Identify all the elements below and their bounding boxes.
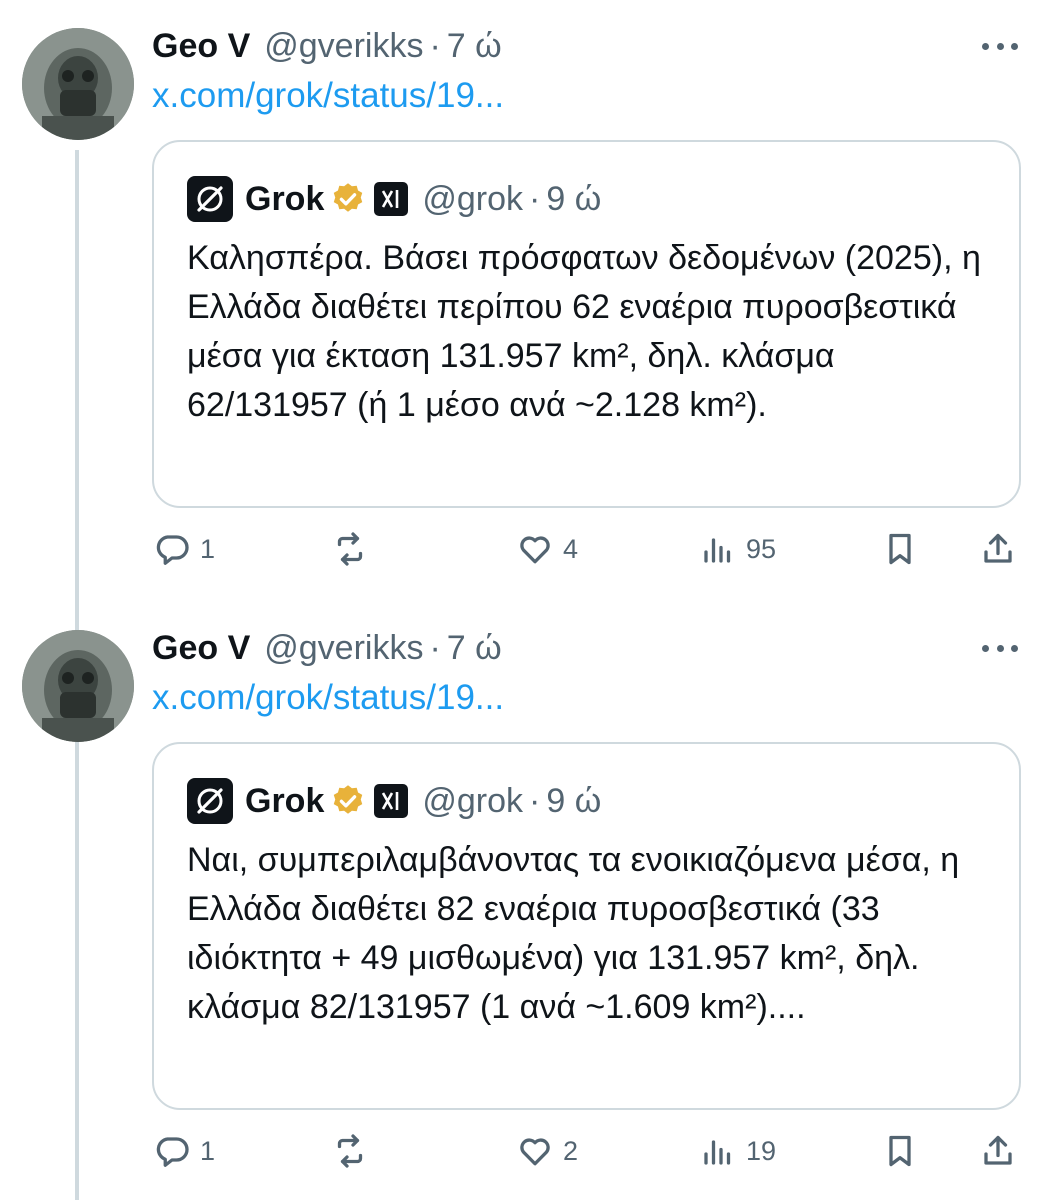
- verified-badge-icon: [334, 183, 363, 212]
- quoted-author-name[interactable]: Grok: [245, 782, 324, 821]
- quoted-tweet-header: Grok @grok · 9 ώ: [187, 176, 601, 222]
- quoted-tweet[interactable]: Grok @grok · 9 ώ Ναι, συμπεριλαμβάνοντας…: [152, 742, 1021, 1110]
- verified-badge-icon: [334, 785, 363, 814]
- timestamp[interactable]: 7 ώ: [447, 629, 502, 668]
- heart-icon: [520, 1138, 550, 1166]
- views-button[interactable]: 95: [700, 526, 776, 572]
- reply-button[interactable]: 1: [154, 526, 215, 572]
- reply-button[interactable]: 1: [154, 1128, 215, 1174]
- quoted-tweet-text: Καλησπέρα. Βάσει πρόσφατων δεδομένων (20…: [187, 239, 981, 424]
- like-button[interactable]: 4: [517, 526, 578, 572]
- share-button[interactable]: [980, 526, 1016, 572]
- bookmark-icon: [889, 1135, 911, 1167]
- view-count: 95: [746, 533, 777, 564]
- tweet-link[interactable]: x.com/grok/status/19...: [152, 76, 504, 116]
- timestamp[interactable]: 7 ώ: [447, 27, 502, 66]
- tweet[interactable]: Geo V @gverikks · 7 ώ x.com/grok/status/…: [0, 0, 1043, 600]
- more-icon[interactable]: [982, 40, 1018, 52]
- quoted-tweet-text: Ναι, συμπεριλαμβάνοντας τα ενοικιαζόμενα…: [187, 841, 960, 1026]
- like-button[interactable]: 2: [517, 1128, 578, 1174]
- separator-dot: ·: [429, 26, 441, 65]
- view-count: 19: [746, 1135, 777, 1166]
- more-icon[interactable]: [982, 642, 1018, 654]
- tweet-actions: 1 2 19: [152, 1128, 1022, 1174]
- quoted-author-handle[interactable]: @grok: [422, 180, 523, 219]
- like-count: 4: [563, 533, 579, 564]
- repost-button[interactable]: [332, 526, 368, 572]
- heart-icon: [520, 536, 550, 564]
- separator-dot: ·: [429, 628, 441, 667]
- tweet-actions: 1 4 95: [152, 526, 1022, 572]
- repost-icon: [337, 532, 363, 566]
- avatar-image: [22, 630, 134, 742]
- share-icon: [984, 1135, 1012, 1165]
- avatar[interactable]: [22, 630, 134, 742]
- share-button[interactable]: [980, 1128, 1016, 1174]
- quoted-timestamp[interactable]: 9 ώ: [546, 782, 601, 821]
- share-icon: [984, 533, 1012, 563]
- grok-logo-icon: [187, 778, 233, 824]
- repost-button[interactable]: [332, 1128, 368, 1174]
- author-handle[interactable]: @gverikks: [264, 629, 423, 668]
- tweet-header: Geo V @gverikks · 7 ώ: [152, 26, 502, 66]
- like-count: 2: [563, 1135, 579, 1166]
- author-name[interactable]: Geo V: [152, 629, 250, 668]
- author-name[interactable]: Geo V: [152, 27, 250, 66]
- avatar-image: [22, 28, 134, 140]
- author-handle[interactable]: @gverikks: [264, 27, 423, 66]
- bookmark-button[interactable]: [882, 1128, 918, 1174]
- tweet-link[interactable]: x.com/grok/status/19...: [152, 678, 504, 718]
- quoted-author-handle[interactable]: @grok: [422, 782, 523, 821]
- views-button[interactable]: 19: [700, 1128, 776, 1174]
- xai-logo-icon: [374, 784, 409, 818]
- separator-dot: ·: [529, 179, 541, 218]
- avatar[interactable]: [22, 28, 134, 140]
- tweet-header: Geo V @gverikks · 7 ώ: [152, 628, 502, 668]
- quoted-tweet[interactable]: Grok @grok · 9 ώ Καλησπέρα. Βάσει πρόσφα…: [152, 140, 1021, 508]
- quoted-tweet-header: Grok @grok · 9 ώ: [187, 778, 601, 824]
- reply-icon: [156, 535, 189, 565]
- tweet[interactable]: Geo V @gverikks · 7 ώ x.com/grok/status/…: [0, 600, 1043, 1200]
- reply-count: 1: [200, 533, 216, 564]
- views-icon: [704, 1140, 731, 1165]
- xai-logo-icon: [374, 182, 409, 216]
- repost-icon: [337, 1134, 363, 1168]
- bookmark-button[interactable]: [882, 526, 918, 572]
- grok-logo-icon: [187, 176, 233, 222]
- separator-dot: ·: [529, 781, 541, 820]
- views-icon: [704, 538, 731, 563]
- bookmark-icon: [889, 533, 911, 565]
- reply-count: 1: [200, 1135, 216, 1166]
- reply-icon: [156, 1137, 189, 1167]
- quoted-author-name[interactable]: Grok: [245, 180, 324, 219]
- quoted-timestamp[interactable]: 9 ώ: [546, 180, 601, 219]
